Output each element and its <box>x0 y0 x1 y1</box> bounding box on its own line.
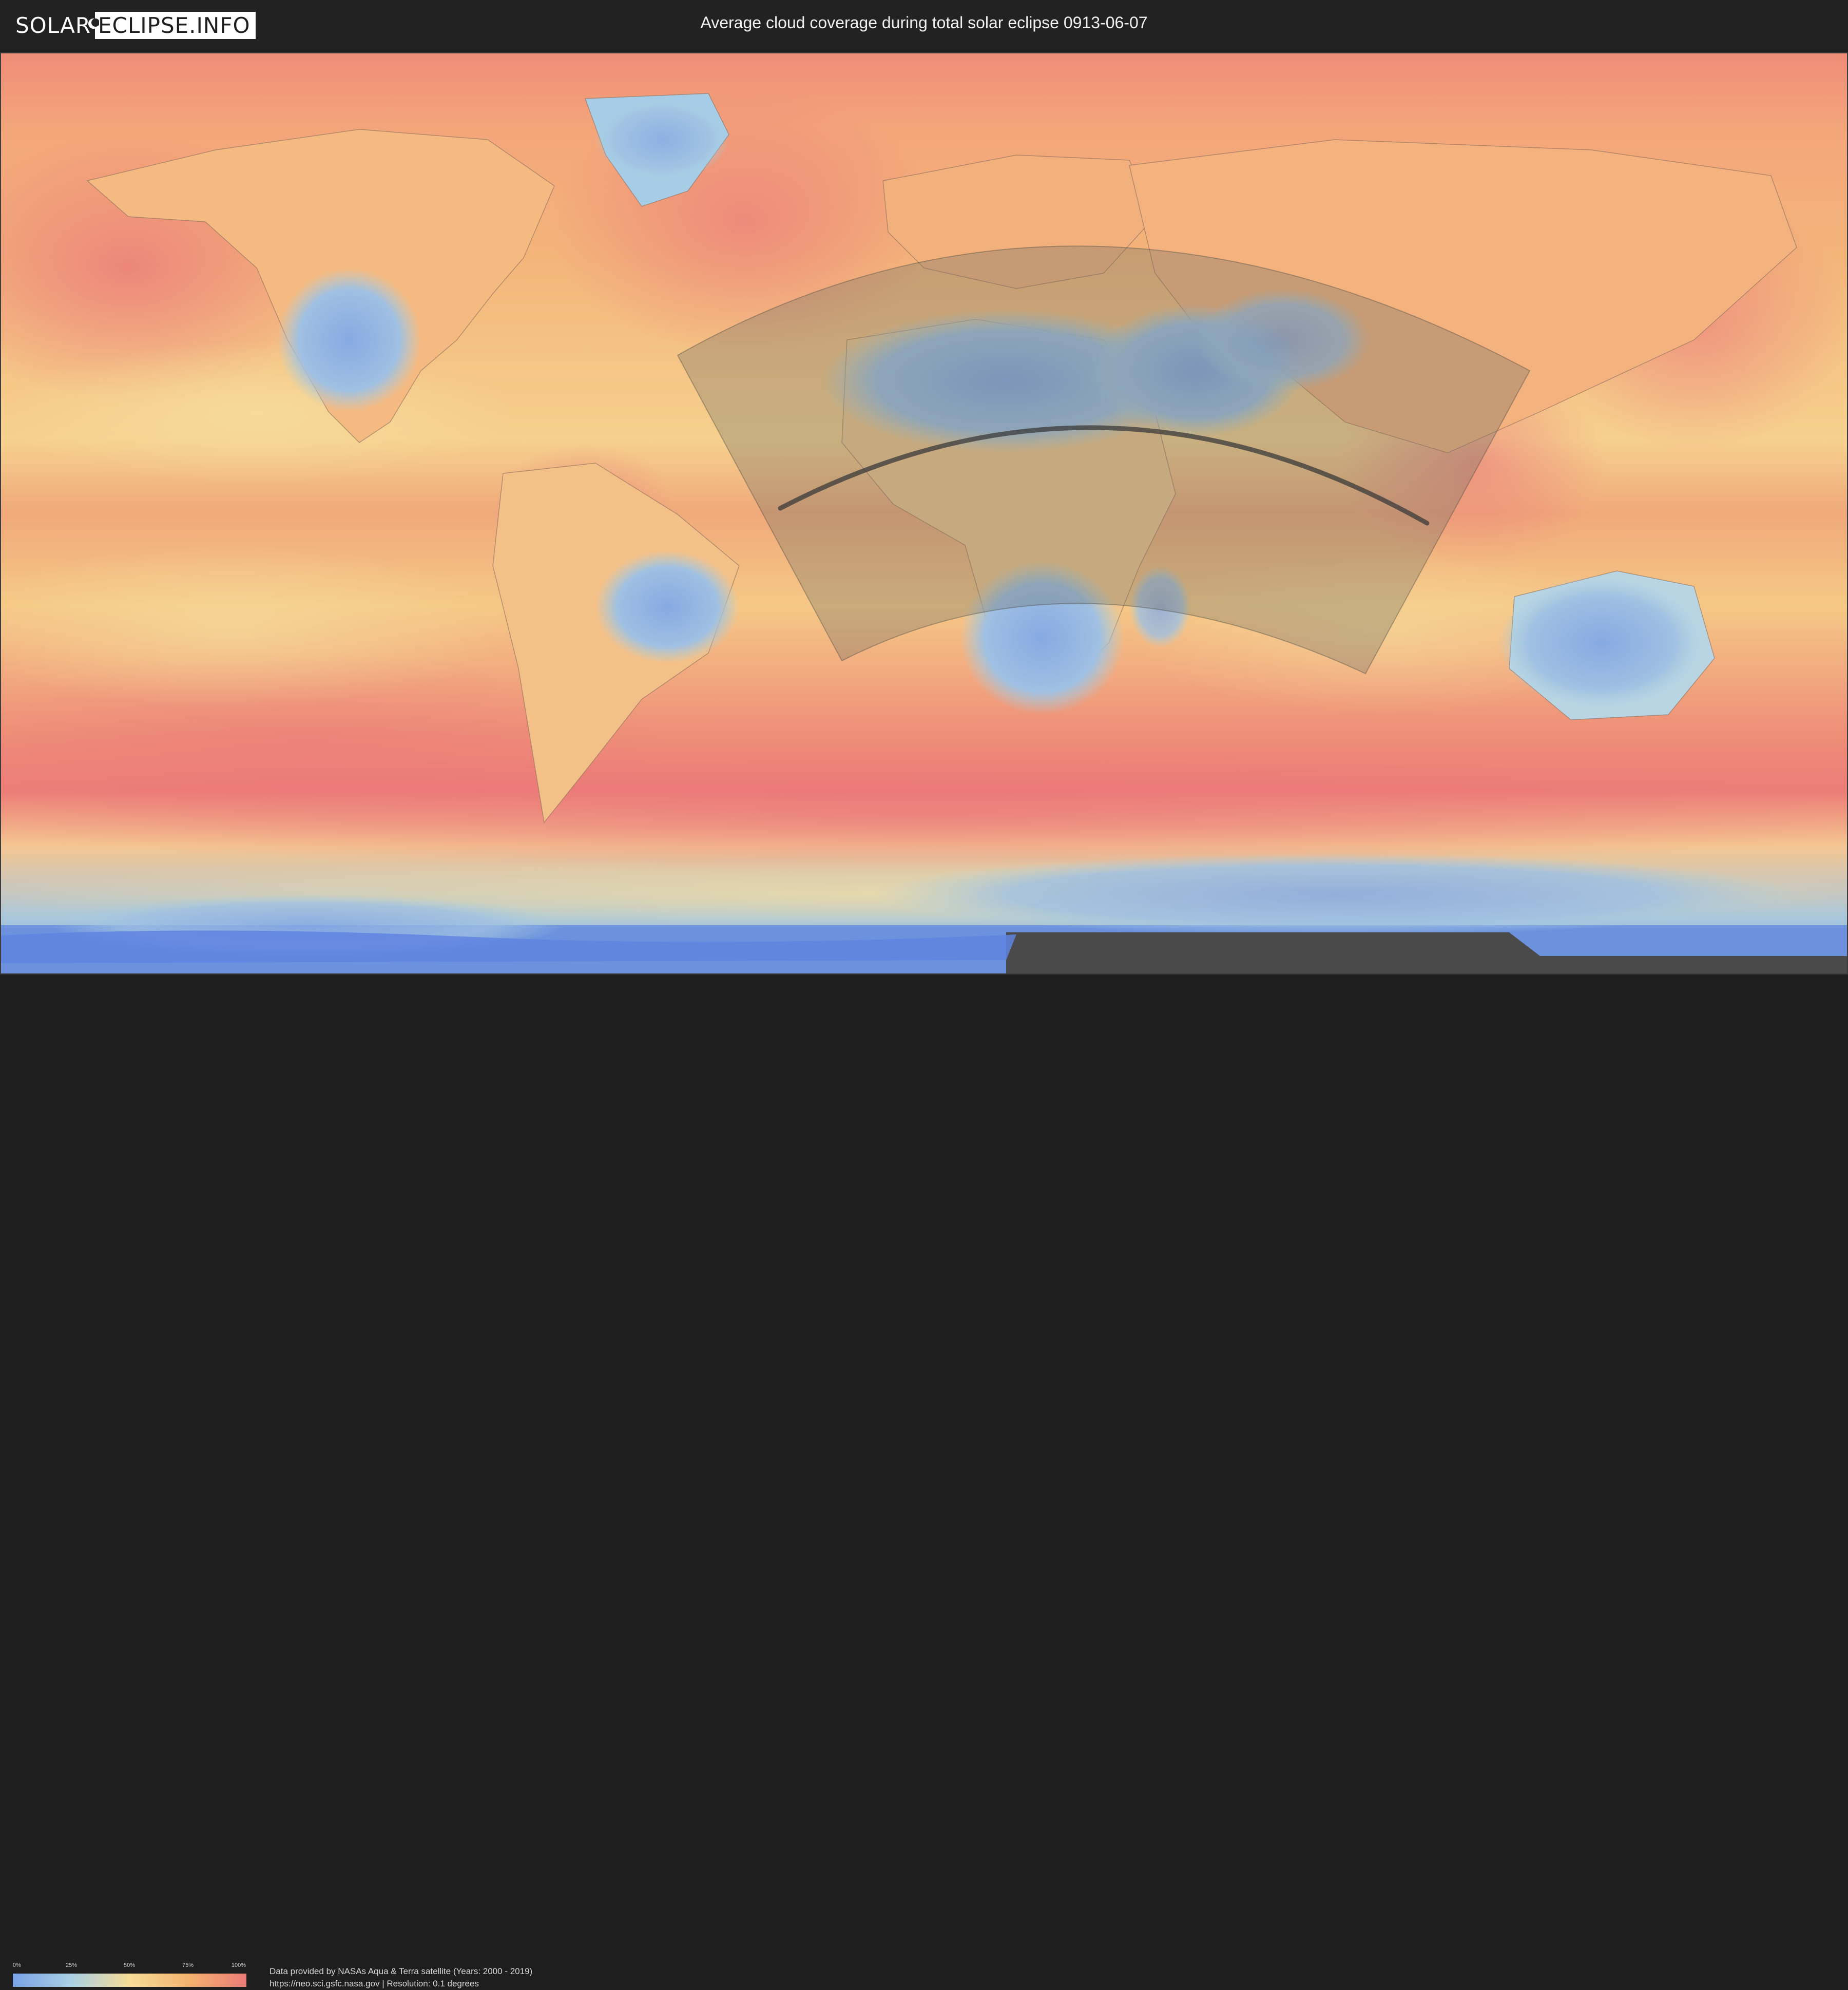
legend-tick-25: 25% <box>65 1962 78 1968</box>
credit-line-1: Data provided by NASAs Aqua & Terra sate… <box>270 1966 533 1976</box>
footer-bar: 0% 25% 50% 75% 100% Data provided by NAS… <box>0 975 1848 1988</box>
header-bar: SOLAR ECLIPSE.INFO Average cloud coverag… <box>0 0 1848 51</box>
australia-clear-sky <box>1499 576 1704 710</box>
legend-tick-labels: 0% 25% 50% 75% 100% <box>13 1962 246 1969</box>
legend-tick-75: 75% <box>182 1962 194 1968</box>
western-us-clear-sky <box>277 268 421 412</box>
world-map-svg <box>0 52 1848 974</box>
legend-color-bar <box>13 1974 246 1987</box>
legend-tick-100: 100% <box>231 1962 246 1968</box>
page-title: Average cloud coverage during total sola… <box>700 13 1148 32</box>
greenland-clear-sky <box>595 99 729 181</box>
north-subtropic-pacific <box>0 340 513 484</box>
data-credits: Data provided by NASAs Aqua & Terra sate… <box>270 1965 532 1990</box>
antarctic-plateau-clear <box>873 853 1797 935</box>
cloud-coverage-map[interactable] <box>0 52 1848 974</box>
legend-tick-50: 50% <box>123 1962 136 1968</box>
legend-tick-0: 0% <box>13 1962 21 1968</box>
credit-line-2[interactable]: https://neo.sci.gsfc.nasa.gov | Resoluti… <box>270 1978 532 1990</box>
brazil-clear-sky <box>595 550 739 663</box>
cloud-coverage-legend: 0% 25% 50% 75% 100% <box>13 1962 246 1987</box>
